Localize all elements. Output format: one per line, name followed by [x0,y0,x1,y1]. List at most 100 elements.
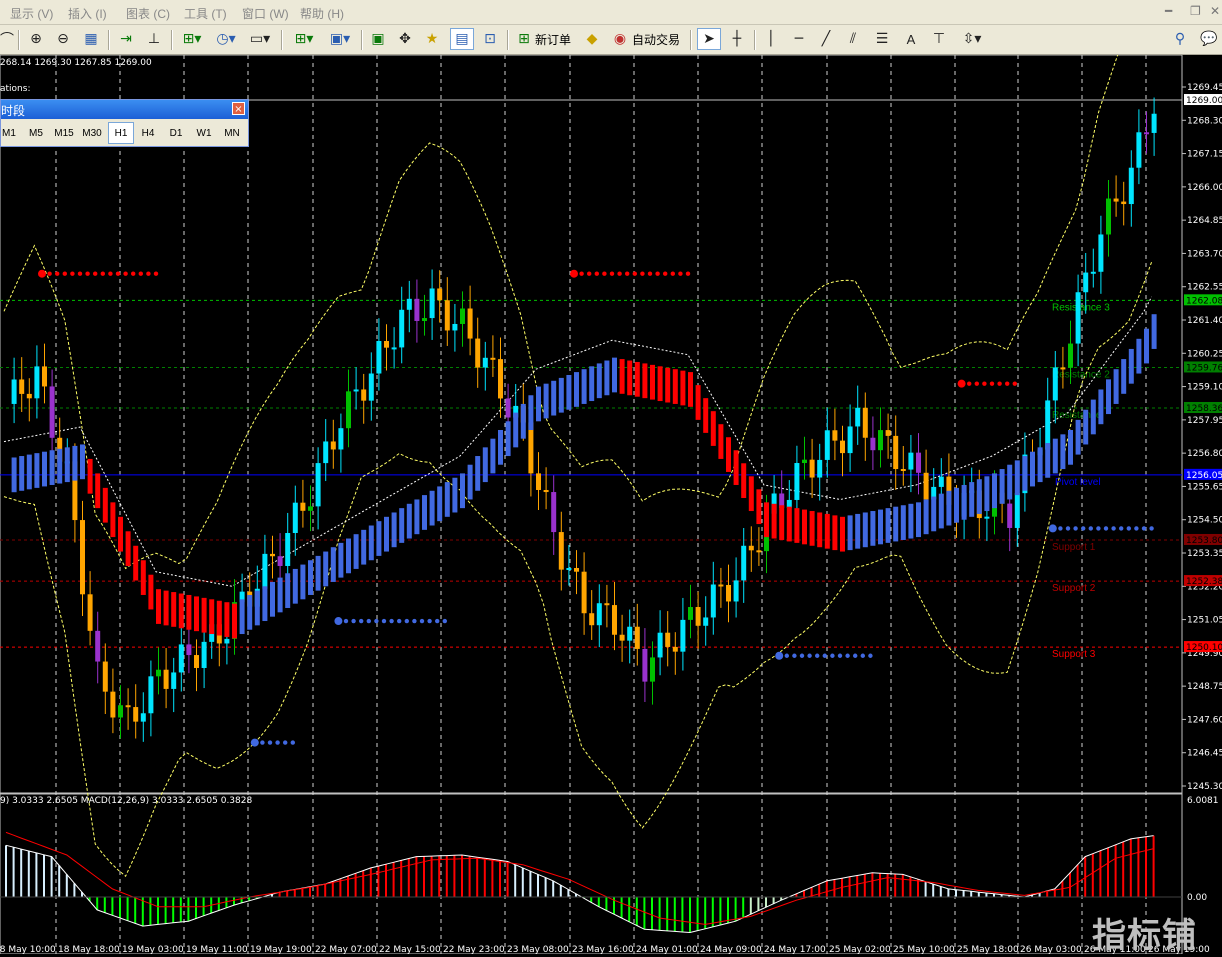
level-label: Support 2 [1052,583,1096,594]
new-chart-icon[interactable]: ⊞▾ [289,28,319,50]
zoom-out-icon[interactable]: ⊖ [52,28,74,50]
heiken-ashi-bar [194,596,199,632]
channel-icon[interactable]: ⫽ [842,28,864,50]
candle-body [703,617,709,626]
candle-body [596,603,602,626]
stop-dot-red [617,271,622,276]
heiken-ashi-bar [543,383,549,419]
timeframe-d1[interactable]: D1 [163,122,189,144]
stop-dot-blue [845,653,850,658]
timeframe-h1[interactable]: H1 [108,122,134,144]
candle-body [1106,198,1111,235]
periods-icon[interactable]: ◷▾ [212,28,240,50]
heiken-ashi-bar [209,599,215,635]
candle-body [558,532,564,570]
heiken-ashi-bar [156,589,161,624]
cursor-icon[interactable]: ➤ [697,28,721,50]
tile-windows-icon[interactable]: ▦ [80,28,102,50]
heiken-ashi-bar [840,516,845,552]
heiken-ashi-bar [34,453,40,488]
menu-insert[interactable]: 插入 (I) [68,5,107,22]
crosshair-move-icon[interactable]: ✥ [394,28,416,50]
menu-chart[interactable]: 图表 (C) [126,5,170,22]
time-axis-label: 24 May 09:00 [700,945,762,954]
text-tool-icon[interactable]: A [900,28,922,50]
auto-trade-icon[interactable]: ◉ [609,28,631,50]
restore-icon[interactable]: ❐ [1190,4,1201,18]
indicators-icon[interactable]: ⊞▾ [178,28,206,50]
crosshair-icon[interactable]: ┼ [726,28,748,50]
toolbar-separator [108,30,110,50]
chat-icon[interactable]: 💬 [1198,28,1220,50]
candle-body [650,657,655,682]
chart-shift-icon[interactable]: ⇥ [115,28,137,50]
price-axis-label: 1248.75 [1187,682,1222,692]
heiken-ashi-bar [786,506,792,542]
candle-body [566,568,572,571]
heiken-ashi-bar [102,487,108,523]
menu-tools[interactable]: 工具 (T) [184,5,227,22]
terminal-icon[interactable]: ▤ [450,28,474,50]
price-axis-label: 1260.25 [1187,349,1222,359]
stop-dot-red [685,271,691,276]
vertical-line-icon[interactable]: │ [760,28,782,50]
timeframe-m5[interactable]: M5 [23,122,49,144]
fibonacci-icon[interactable]: ☰ [871,28,893,50]
navigator-icon[interactable]: ★ [421,28,443,50]
candle-body [361,389,367,401]
time-axis-label: 22 May 23:00 [443,945,505,954]
new-order-icon[interactable]: ⊞ [514,28,534,50]
candle-body [695,607,701,626]
candle-body [938,476,944,487]
heiken-ashi-bar [391,512,397,548]
text-label-icon[interactable]: ⊤ [928,28,950,50]
zoom-in-icon[interactable]: ⊕ [25,28,47,50]
meta-editor-icon[interactable]: ◆ [582,28,602,50]
stop-dot-blue [799,653,805,658]
candle-body [657,632,663,658]
menu-help[interactable]: 帮助 (H) [300,5,344,22]
candle-body [984,516,990,519]
menu-window[interactable]: 窗口 (W) [242,5,289,22]
candle-body [300,502,306,511]
heiken-ashi-bar [444,482,450,517]
price-badge-label: 1259.76 [1186,363,1222,373]
timeframe-h4[interactable]: H4 [135,122,161,144]
chart-arrow-icon[interactable]: ⌒ [0,28,14,50]
timeframe-panel-title: 时段 [1,104,26,118]
auto-trade-button[interactable]: 自动交易 [632,28,680,50]
minimize-icon[interactable]: ━ [1165,4,1172,18]
timeframe-mn[interactable]: MN [219,122,245,144]
panel-close-icon[interactable]: × [232,102,245,115]
timeframe-w1[interactable]: W1 [191,122,217,144]
search-icon[interactable]: ⚲ [1170,28,1190,50]
timeframe-m15[interactable]: M15 [51,122,77,144]
heiken-ashi-bar [64,447,70,483]
candle-body [528,422,534,474]
candle-body [1060,367,1066,370]
trendline-icon[interactable]: ╱ [815,28,837,50]
close-icon[interactable]: ✕ [1210,4,1220,18]
profiles-icon[interactable]: ▣▾ [325,28,355,50]
candle-body [308,506,313,511]
heiken-ashi-bar [437,486,443,522]
timeframe-m30[interactable]: M30 [79,122,105,144]
new-order-button[interactable]: 新订单 [535,28,571,50]
stop-dot-red [587,271,592,276]
heiken-ashi-bar [946,490,952,526]
candle-body [741,545,747,581]
stop-dot-blue [389,618,394,624]
price-chart[interactable]: Resistance 3Resistance 2ResistancePivot … [0,55,1222,954]
timeframe-m1[interactable]: M1 [0,122,22,144]
timeframe-panel-title-bar[interactable]: 时段 × [1,100,248,119]
stop-dot-red [997,381,1002,386]
candle-body [574,568,579,572]
market-watch-icon[interactable]: ▣ [367,28,389,50]
templates-icon[interactable]: ▭▾ [246,28,274,50]
candle-body [634,626,640,649]
horizontal-line-icon[interactable]: ─ [788,28,810,50]
autoscroll-icon[interactable]: ⊥ [143,28,165,50]
arrows-icon[interactable]: ⇳▾ [957,28,987,50]
tester-icon[interactable]: ⊡ [479,28,501,50]
menu-view[interactable]: 显示 (V) [10,5,53,22]
